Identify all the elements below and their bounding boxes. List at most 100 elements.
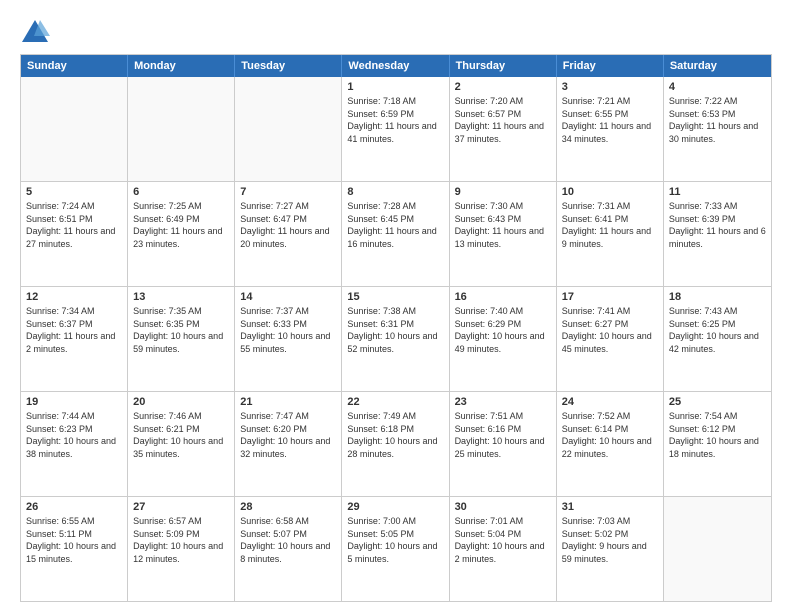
calendar-cell: 30 Sunrise: 7:01 AMSunset: 5:04 PMDayligh… — [450, 497, 557, 601]
day-number: 2 — [455, 81, 551, 93]
calendar-cell: 9 Sunrise: 7:30 AMSunset: 6:43 PMDaylight… — [450, 182, 557, 286]
calendar-cell: 13Sunrise: 7:35 AMSunset: 6:35 PMDayligh… — [128, 287, 235, 391]
day-number: 19 — [26, 396, 122, 408]
calendar-cell: 16 Sunrise: 7:40 AMSunset: 6:29 PMDayligh… — [450, 287, 557, 391]
calendar-cell: 4 Sunrise: 7:22 AMSunset: 6:53 PMDaylight… — [664, 77, 771, 181]
calendar: SundayMondayTuesdayWednesdayThursdayFrid… — [20, 54, 772, 602]
day-number: 8 — [347, 186, 443, 198]
cal-header-cell: Friday — [557, 55, 664, 77]
day-number: 7 — [240, 186, 336, 198]
day-number: 16 — [455, 291, 551, 303]
day-info: Sunrise: 7:27 AMSunset: 6:47 PMDaylight:… — [240, 200, 336, 250]
cal-header-cell: Saturday — [664, 55, 771, 77]
day-number: 29 — [347, 501, 443, 513]
cal-header-cell: Thursday — [450, 55, 557, 77]
calendar-cell: 11 Sunrise: 7:33 AMSunset: 6:39 PMDayligh… — [664, 182, 771, 286]
day-info: Sunrise: 7:25 AMSunset: 6:49 PMDaylight:… — [133, 200, 229, 250]
calendar-cell: 31Sunrise: 7:03 AMSunset: 5:02 PMDayligh… — [557, 497, 664, 601]
day-info: Sunrise: 7:52 AMSunset: 6:14 PMDaylight:… — [562, 410, 658, 460]
calendar-row: 1Sunrise: 7:18 AMSunset: 6:59 PMDaylight… — [21, 77, 771, 181]
day-info: Sunrise: 7:38 AMSunset: 6:31 PMDaylight:… — [347, 305, 443, 355]
day-info: Sunrise: 7:51 AMSunset: 6:16 PMDaylight:… — [455, 410, 551, 460]
day-info: Sunrise: 7:24 AMSunset: 6:51 PMDaylight:… — [26, 200, 122, 250]
calendar-cell: 3 Sunrise: 7:21 AMSunset: 6:55 PMDaylight… — [557, 77, 664, 181]
calendar-cell: 28 Sunrise: 6:58 AMSunset: 5:07 PMDayligh… — [235, 497, 342, 601]
day-info: Sunrise: 7:43 AMSunset: 6:25 PMDaylight:… — [669, 305, 766, 355]
calendar-cell: 19 Sunrise: 7:44 AMSunset: 6:23 PMDayligh… — [21, 392, 128, 496]
day-info: Sunrise: 6:58 AMSunset: 5:07 PMDaylight:… — [240, 515, 336, 565]
calendar-cell: 29 Sunrise: 7:00 AMSunset: 5:05 PMDayligh… — [342, 497, 449, 601]
day-info: Sunrise: 7:28 AMSunset: 6:45 PMDaylight:… — [347, 200, 443, 250]
calendar-cell: 22 Sunrise: 7:49 AMSunset: 6:18 PMDayligh… — [342, 392, 449, 496]
day-info: Sunrise: 7:22 AMSunset: 6:53 PMDaylight:… — [669, 95, 766, 145]
day-number: 12 — [26, 291, 122, 303]
calendar-cell: 14 Sunrise: 7:37 AMSunset: 6:33 PMDayligh… — [235, 287, 342, 391]
day-info: Sunrise: 7:37 AMSunset: 6:33 PMDaylight:… — [240, 305, 336, 355]
day-info: Sunrise: 7:33 AMSunset: 6:39 PMDaylight:… — [669, 200, 766, 250]
day-info: Sunrise: 7:01 AMSunset: 5:04 PMDaylight:… — [455, 515, 551, 565]
page: SundayMondayTuesdayWednesdayThursdayFrid… — [0, 0, 792, 612]
day-info: Sunrise: 7:40 AMSunset: 6:29 PMDaylight:… — [455, 305, 551, 355]
calendar-cell: 24 Sunrise: 7:52 AMSunset: 6:14 PMDayligh… — [557, 392, 664, 496]
day-number: 5 — [26, 186, 122, 198]
day-info: Sunrise: 7:00 AMSunset: 5:05 PMDaylight:… — [347, 515, 443, 565]
calendar-cell — [128, 77, 235, 181]
calendar-cell: 20Sunrise: 7:46 AMSunset: 6:21 PMDayligh… — [128, 392, 235, 496]
calendar-body: 1Sunrise: 7:18 AMSunset: 6:59 PMDaylight… — [21, 77, 771, 601]
day-info: Sunrise: 7:21 AMSunset: 6:55 PMDaylight:… — [562, 95, 658, 145]
day-number: 3 — [562, 81, 658, 93]
cal-header-cell: Wednesday — [342, 55, 449, 77]
day-number: 17 — [562, 291, 658, 303]
calendar-cell: 21 Sunrise: 7:47 AMSunset: 6:20 PMDayligh… — [235, 392, 342, 496]
day-info: Sunrise: 7:30 AMSunset: 6:43 PMDaylight:… — [455, 200, 551, 250]
calendar-cell: 23 Sunrise: 7:51 AMSunset: 6:16 PMDayligh… — [450, 392, 557, 496]
calendar-cell: 27 Sunrise: 6:57 AMSunset: 5:09 PMDayligh… — [128, 497, 235, 601]
day-number: 11 — [669, 186, 766, 198]
calendar-header-row: SundayMondayTuesdayWednesdayThursdayFrid… — [21, 55, 771, 77]
day-info: Sunrise: 7:54 AMSunset: 6:12 PMDaylight:… — [669, 410, 766, 460]
day-info: Sunrise: 7:49 AMSunset: 6:18 PMDaylight:… — [347, 410, 443, 460]
calendar-cell — [664, 497, 771, 601]
day-info: Sunrise: 7:44 AMSunset: 6:23 PMDaylight:… — [26, 410, 122, 460]
day-number: 31 — [562, 501, 658, 513]
day-info: Sunrise: 7:34 AMSunset: 6:37 PMDaylight:… — [26, 305, 122, 355]
calendar-cell: 6 Sunrise: 7:25 AMSunset: 6:49 PMDaylight… — [128, 182, 235, 286]
day-number: 18 — [669, 291, 766, 303]
logo-icon — [20, 16, 50, 46]
day-number: 13 — [133, 291, 229, 303]
day-number: 23 — [455, 396, 551, 408]
day-number: 4 — [669, 81, 766, 93]
calendar-cell — [235, 77, 342, 181]
day-number: 14 — [240, 291, 336, 303]
calendar-cell: 5 Sunrise: 7:24 AMSunset: 6:51 PMDaylight… — [21, 182, 128, 286]
day-number: 15 — [347, 291, 443, 303]
calendar-cell: 8 Sunrise: 7:28 AMSunset: 6:45 PMDaylight… — [342, 182, 449, 286]
day-number: 27 — [133, 501, 229, 513]
day-number: 22 — [347, 396, 443, 408]
header — [20, 16, 772, 46]
day-info: Sunrise: 6:57 AMSunset: 5:09 PMDaylight:… — [133, 515, 229, 565]
day-number: 26 — [26, 501, 122, 513]
cal-header-cell: Tuesday — [235, 55, 342, 77]
day-info: Sunrise: 7:20 AMSunset: 6:57 PMDaylight:… — [455, 95, 551, 145]
calendar-cell: 17 Sunrise: 7:41 AMSunset: 6:27 PMDayligh… — [557, 287, 664, 391]
calendar-cell: 2 Sunrise: 7:20 AMSunset: 6:57 PMDaylight… — [450, 77, 557, 181]
day-number: 28 — [240, 501, 336, 513]
day-number: 25 — [669, 396, 766, 408]
calendar-cell: 18 Sunrise: 7:43 AMSunset: 6:25 PMDayligh… — [664, 287, 771, 391]
calendar-cell — [21, 77, 128, 181]
day-number: 24 — [562, 396, 658, 408]
day-number: 6 — [133, 186, 229, 198]
calendar-row: 5 Sunrise: 7:24 AMSunset: 6:51 PMDaylight… — [21, 181, 771, 286]
day-info: Sunrise: 7:41 AMSunset: 6:27 PMDaylight:… — [562, 305, 658, 355]
calendar-cell: 12 Sunrise: 7:34 AMSunset: 6:37 PMDayligh… — [21, 287, 128, 391]
day-info: Sunrise: 7:47 AMSunset: 6:20 PMDaylight:… — [240, 410, 336, 460]
day-number: 30 — [455, 501, 551, 513]
calendar-cell: 7 Sunrise: 7:27 AMSunset: 6:47 PMDaylight… — [235, 182, 342, 286]
day-number: 21 — [240, 396, 336, 408]
day-number: 10 — [562, 186, 658, 198]
day-number: 9 — [455, 186, 551, 198]
logo — [20, 16, 54, 46]
cal-header-cell: Sunday — [21, 55, 128, 77]
day-number: 1 — [347, 81, 443, 93]
